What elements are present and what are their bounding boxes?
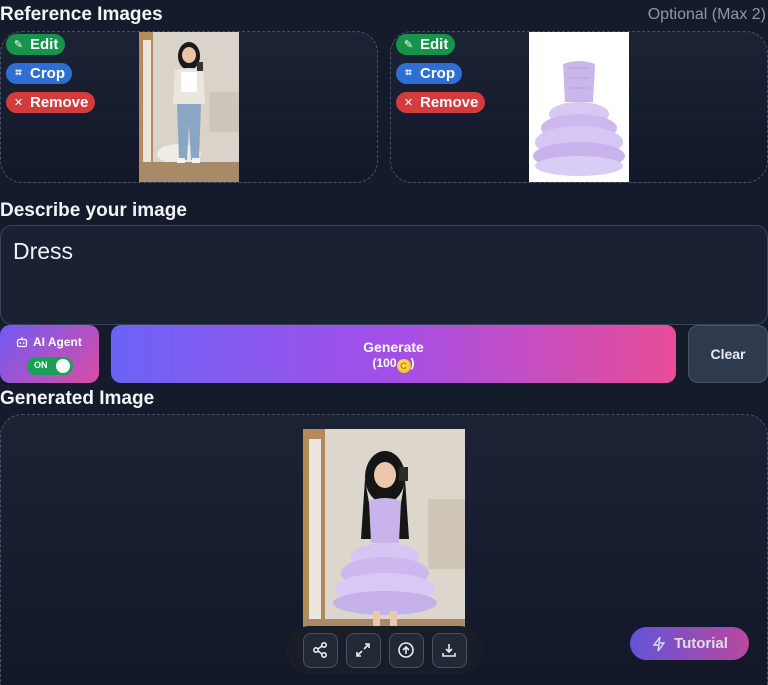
expand-button[interactable] [345, 632, 381, 668]
prompt-textarea[interactable]: Dress [0, 225, 768, 325]
upload-button[interactable] [388, 632, 424, 668]
switch-knob [56, 359, 70, 373]
pencil-icon: ✎ [403, 39, 414, 51]
edit-label: Edit [30, 36, 59, 53]
download-button[interactable] [431, 632, 467, 668]
clear-button[interactable]: Clear [688, 325, 768, 383]
describe-title: Describe your image [0, 200, 187, 221]
reference-images-hint: Optional (Max 2) [647, 6, 766, 23]
generate-label: Generate [363, 339, 424, 355]
remove-button[interactable]: ✕ Remove [396, 92, 486, 113]
edit-label: Edit [420, 36, 449, 53]
tutorial-button[interactable]: Tutorial [630, 627, 749, 660]
reference-slot-2[interactable]: ✎ Edit ⌗ Crop ✕ Remove [390, 31, 768, 183]
close-icon: ✕ [403, 97, 414, 109]
robot-icon [16, 337, 28, 348]
crop-label: Crop [30, 65, 65, 82]
share-button[interactable] [302, 632, 338, 668]
ai-agent-toggle-card[interactable]: AI Agent ON [0, 325, 99, 383]
crop-button[interactable]: ⌗ Crop [6, 63, 72, 84]
tutorial-label: Tutorial [674, 635, 728, 652]
coin-icon: C [396, 359, 411, 373]
pencil-icon: ✎ [13, 39, 24, 51]
generate-cost: (100 C) [372, 356, 415, 373]
lightning-icon [652, 636, 666, 651]
crop-label: Crop [420, 65, 455, 82]
reference-images-title: Reference Images [0, 4, 163, 25]
close-icon: ✕ [13, 97, 24, 109]
ai-agent-label: AI Agent [33, 335, 82, 349]
share-icon [312, 641, 328, 659]
ai-agent-switch[interactable]: ON [27, 357, 73, 375]
crop-icon: ⌗ [405, 67, 412, 79]
reference-image-dress [529, 32, 629, 182]
crop-button[interactable]: ⌗ Crop [396, 63, 462, 84]
download-icon [442, 644, 456, 657]
remove-label: Remove [30, 94, 89, 111]
generated-image[interactable] [303, 429, 465, 644]
reference-slot-1[interactable]: ✎ Edit ⌗ Crop ✕ Remove [0, 31, 378, 183]
generated-image-title: Generated Image [0, 388, 155, 409]
generate-button[interactable]: Generate (100 C) [111, 325, 676, 383]
reference-image-person [139, 32, 239, 182]
image-toolbar [286, 626, 483, 674]
crop-icon: ⌗ [15, 67, 22, 79]
edit-button[interactable]: ✎ Edit [6, 34, 66, 55]
remove-button[interactable]: ✕ Remove [6, 92, 96, 113]
remove-label: Remove [420, 94, 479, 111]
upload-icon [398, 642, 414, 658]
edit-button[interactable]: ✎ Edit [396, 34, 456, 55]
switch-state-label: ON [34, 360, 48, 370]
expand-icon [356, 643, 370, 657]
